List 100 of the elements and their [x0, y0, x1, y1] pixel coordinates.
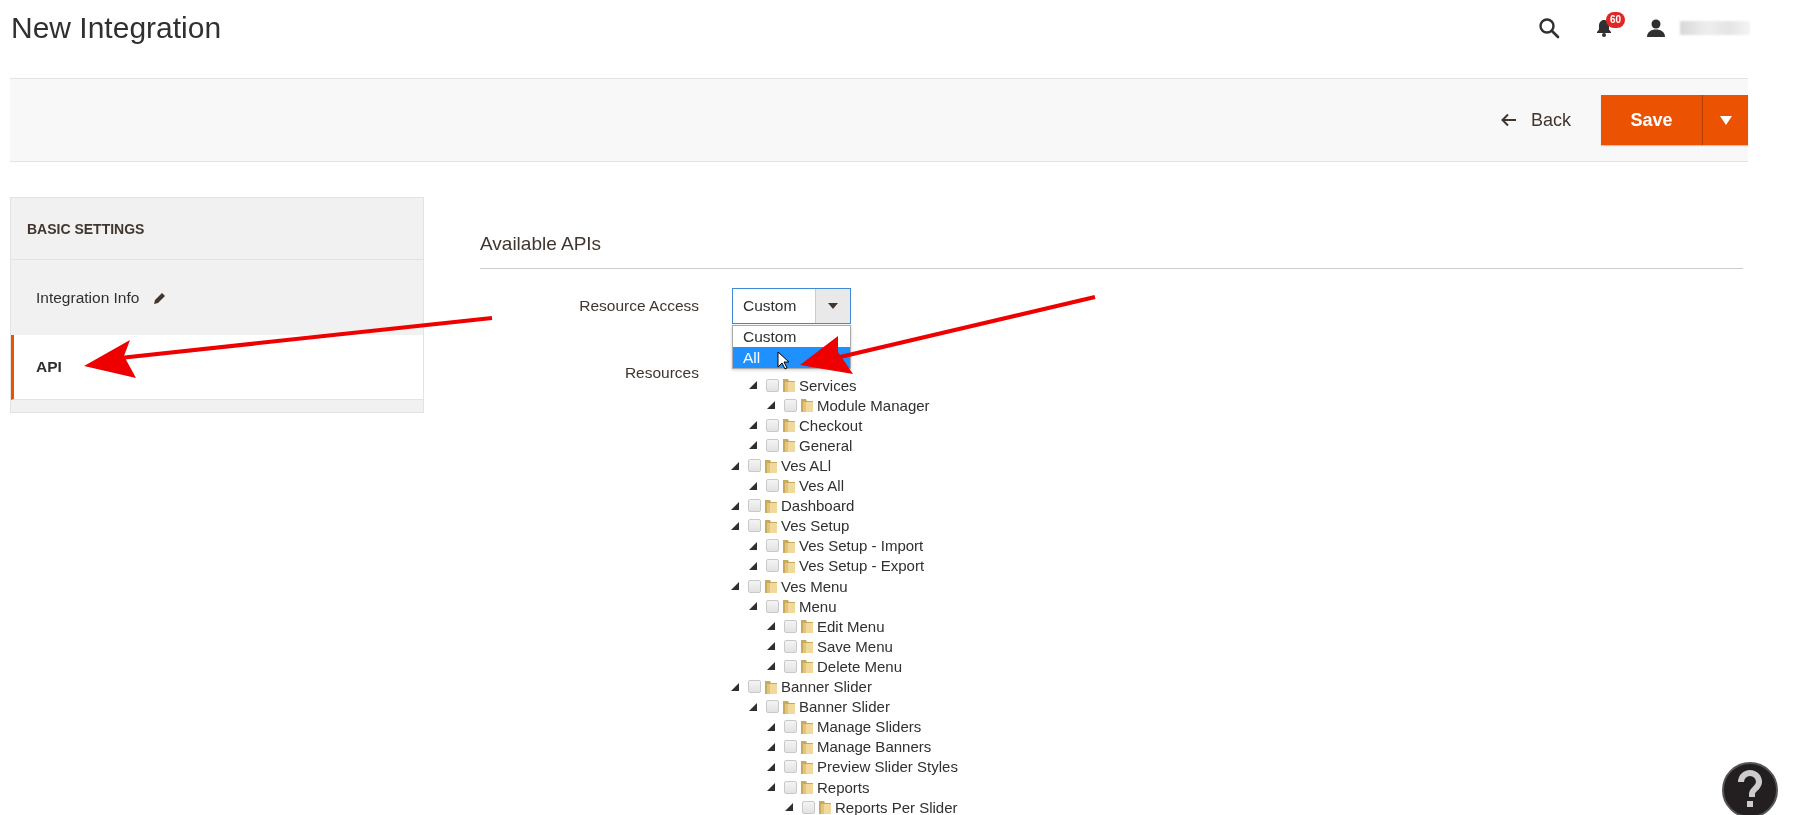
folder-icon [782, 537, 796, 554]
expand-arrow-icon[interactable] [767, 742, 775, 751]
tree-item-label[interactable]: Manage Sliders [817, 718, 922, 736]
tree-item-label[interactable]: Services [799, 376, 857, 394]
tree-item-label[interactable]: Preview Slider Styles [817, 758, 958, 776]
tree-item-label[interactable]: Save Menu [817, 637, 893, 655]
folder-icon [764, 578, 778, 595]
expand-arrow-icon[interactable] [767, 722, 775, 731]
back-button[interactable]: Back [1500, 109, 1571, 131]
user-icon[interactable] [1646, 19, 1666, 37]
expand-arrow-icon[interactable] [731, 582, 739, 591]
checkbox[interactable] [784, 398, 797, 412]
tree-item-label[interactable]: Manage Banners [817, 738, 932, 756]
checkbox[interactable] [766, 418, 779, 432]
dropdown-option[interactable]: Custom [733, 326, 850, 347]
expand-arrow-icon[interactable] [731, 682, 739, 691]
checkbox[interactable] [748, 459, 761, 472]
expand-arrow-icon[interactable] [785, 803, 793, 812]
expand-arrow-icon[interactable] [731, 501, 739, 510]
checkbox[interactable] [784, 619, 797, 633]
checkbox[interactable] [766, 378, 779, 392]
expand-arrow-icon[interactable] [767, 783, 775, 791]
expand-arrow-icon[interactable] [767, 762, 775, 771]
tree-item-label[interactable]: Delete Menu [817, 657, 903, 675]
help-button[interactable] [1722, 762, 1778, 815]
expand-arrow-icon[interactable] [731, 461, 739, 470]
checkbox[interactable] [766, 479, 779, 493]
checkbox[interactable] [784, 720, 797, 734]
expand-arrow-icon[interactable] [767, 642, 775, 651]
folder-icon [800, 638, 814, 655]
tree-item-label[interactable]: Ves Setup - Export [799, 557, 925, 575]
expand-arrow-icon[interactable] [767, 401, 775, 410]
tree-item-label[interactable]: Module Manager [817, 396, 930, 414]
tree-item-label[interactable]: Ves Setup [781, 517, 850, 535]
checkbox[interactable] [766, 539, 779, 553]
checkbox[interactable] [748, 680, 761, 694]
tree-item-label[interactable]: Ves Setup - Import [799, 537, 924, 555]
checkbox[interactable] [766, 599, 779, 613]
tree-item-label[interactable]: Reports Per Slider [835, 798, 958, 815]
checkbox[interactable] [784, 780, 797, 794]
tree-item-label[interactable]: Menu [799, 597, 837, 615]
checkbox[interactable] [748, 579, 761, 593]
checkbox[interactable] [784, 760, 797, 774]
tree-item-label[interactable]: Dashboard [781, 497, 855, 515]
folder-icon [764, 497, 778, 514]
checkbox[interactable] [784, 740, 797, 754]
checkbox[interactable] [766, 438, 779, 452]
expand-arrow-icon[interactable] [749, 602, 757, 611]
checkbox[interactable] [784, 659, 797, 673]
save-button[interactable]: Save [1601, 95, 1702, 145]
notification-badge: 60 [1606, 12, 1626, 28]
folder-icon [782, 437, 796, 454]
folder-icon [764, 457, 778, 474]
left-arrow-icon [1500, 113, 1517, 127]
expand-arrow-icon[interactable] [749, 702, 757, 711]
question-mark-icon [1737, 770, 1763, 810]
folder-icon [782, 417, 796, 434]
sidebar-tab[interactable]: Integration Info [11, 260, 423, 335]
folder-icon [800, 658, 814, 675]
checkbox[interactable] [748, 499, 761, 513]
bell-icon[interactable] [1596, 19, 1612, 37]
tree-item-label[interactable]: Checkout [799, 416, 863, 434]
checkbox[interactable] [802, 800, 815, 814]
folder-icon [782, 698, 796, 715]
folder-icon [782, 558, 796, 574]
tree-item-label[interactable]: Ves Menu [781, 577, 848, 595]
tree-item-label[interactable]: Banner Slider [799, 698, 890, 716]
tree-item-label[interactable]: Ves All [799, 477, 845, 495]
section-heading: BASIC SETTINGS [27, 220, 145, 237]
folder-icon [800, 618, 814, 635]
folder-icon [800, 397, 814, 414]
checkbox[interactable] [766, 700, 779, 714]
expand-arrow-icon[interactable] [749, 541, 757, 550]
checkbox[interactable] [784, 639, 797, 653]
field-label: Resources [624, 364, 699, 382]
expand-arrow-icon[interactable] [749, 562, 757, 570]
search-icon[interactable] [1538, 17, 1560, 39]
tree-item-label[interactable]: General [799, 436, 853, 454]
folder-icon [782, 377, 796, 394]
checkbox[interactable] [766, 559, 779, 573]
tree-item-label[interactable]: Edit Menu [817, 617, 885, 635]
folder-icon [800, 718, 814, 735]
caret-icon [1719, 115, 1732, 125]
save-options-button[interactable] [1702, 95, 1748, 145]
expand-arrow-icon[interactable] [767, 662, 775, 671]
expand-arrow-icon[interactable] [749, 381, 757, 390]
expand-arrow-icon[interactable] [767, 622, 775, 631]
expand-arrow-icon[interactable] [749, 481, 757, 490]
folder-icon [764, 517, 778, 534]
tree-item-label[interactable]: Ves ALl [781, 457, 832, 474]
tree-item-label[interactable]: Banner Slider [781, 678, 872, 696]
tree-item-label[interactable]: Reports [817, 778, 870, 796]
page-title: New Integration [11, 11, 223, 45]
checkbox[interactable] [748, 519, 761, 533]
folder-icon [800, 779, 814, 795]
expand-arrow-icon[interactable] [731, 521, 739, 530]
expand-arrow-icon[interactable] [749, 421, 757, 430]
expand-arrow-icon[interactable] [749, 441, 757, 450]
sidebar-tab[interactable]: API [11, 335, 423, 400]
folder-icon [800, 738, 814, 755]
